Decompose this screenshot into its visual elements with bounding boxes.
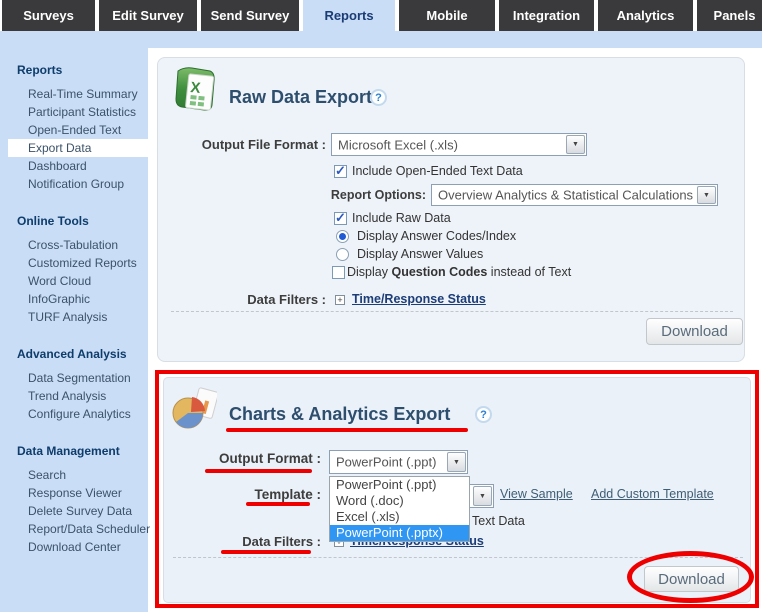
divider bbox=[173, 557, 743, 558]
svg-text:X: X bbox=[190, 79, 202, 97]
chevron-down-icon[interactable]: ▼ bbox=[697, 186, 716, 204]
data-filters-label: Data Filters : bbox=[158, 292, 326, 307]
section-title: Raw Data Export bbox=[229, 87, 372, 108]
time-response-status-link[interactable]: Time/Response Status bbox=[352, 292, 486, 306]
sidebar-item-download-center[interactable]: Download Center bbox=[8, 538, 154, 556]
display-answer-values-label: Display Answer Values bbox=[357, 247, 483, 261]
data-filters-label: Data Filters : bbox=[171, 534, 321, 549]
sidebar-item-configure-analytics[interactable]: Configure Analytics bbox=[8, 405, 154, 423]
pie-chart-icon bbox=[171, 387, 217, 431]
sidebar-nav: ReportsReal-Time SummaryParticipant Stat… bbox=[0, 62, 148, 556]
output-format-select[interactable]: PowerPoint (.ppt) ▼ bbox=[329, 450, 468, 474]
sidebar-item-response-viewer[interactable]: Response Viewer bbox=[8, 484, 154, 502]
output-file-format-select[interactable]: Microsoft Excel (.xls) ▼ bbox=[331, 133, 587, 156]
help-icon[interactable]: ? bbox=[370, 89, 387, 106]
sidebar-item-customized-reports[interactable]: Customized Reports bbox=[8, 254, 154, 272]
sidebar-item-delete-survey-data[interactable]: Delete Survey Data bbox=[8, 502, 154, 520]
include-raw-data-checkbox[interactable] bbox=[334, 212, 347, 225]
sidebar-section-data-management: Data Management bbox=[17, 443, 148, 459]
sidebar: ReportsReal-Time SummaryParticipant Stat… bbox=[0, 31, 148, 612]
sidebar-section-online-tools: Online Tools bbox=[17, 213, 148, 229]
sidebar-item-real-time-summary[interactable]: Real-Time Summary bbox=[8, 85, 154, 103]
sidebar-item-infographic[interactable]: InfoGraphic bbox=[8, 290, 154, 308]
display-answer-codes-label: Display Answer Codes/Index bbox=[357, 229, 516, 243]
nav-tab-analytics[interactable]: Analytics bbox=[598, 0, 693, 31]
output-format-label: Output Format : bbox=[171, 451, 321, 466]
nav-tab-reports[interactable]: Reports bbox=[303, 0, 395, 31]
download-button[interactable]: Download bbox=[644, 566, 739, 592]
dropdown-option-excel-xls[interactable]: Excel (.xls) bbox=[330, 509, 469, 525]
sidebar-item-export-data[interactable]: Export Data bbox=[8, 139, 154, 157]
sidebar-item-open-ended-text[interactable]: Open-Ended Text bbox=[8, 121, 154, 139]
sidebar-section-reports: Reports bbox=[17, 62, 148, 78]
dropdown-option-powerpoint-pptx[interactable]: PowerPoint (.pptx) bbox=[330, 525, 469, 541]
add-custom-template-link[interactable]: Add Custom Template bbox=[591, 487, 714, 501]
nav-tab-integration[interactable]: Integration bbox=[499, 0, 594, 31]
display-answer-codes-radio[interactable] bbox=[336, 230, 349, 243]
divider bbox=[171, 311, 733, 312]
section-title: Charts & Analytics Export bbox=[229, 404, 450, 425]
sidebar-item-cross-tabulation[interactable]: Cross-Tabulation bbox=[8, 236, 154, 254]
nav-tab-surveys[interactable]: Surveys bbox=[2, 0, 95, 31]
dropdown-option-powerpoint-ppt[interactable]: PowerPoint (.ppt) bbox=[330, 477, 469, 493]
sidebar-item-search[interactable]: Search bbox=[8, 466, 154, 484]
report-options-value: Overview Analytics & Statistical Calcula… bbox=[438, 188, 693, 203]
nav-tab-edit-survey[interactable]: Edit Survey bbox=[99, 0, 197, 31]
output-format-dropdown-list: PowerPoint (.ppt)Word (.doc)Excel (.xls)… bbox=[329, 476, 470, 542]
expand-plus-icon[interactable]: + bbox=[335, 295, 345, 305]
chevron-down-icon[interactable]: ▼ bbox=[447, 452, 466, 472]
nav-tab-panels[interactable]: Panels bbox=[697, 0, 762, 31]
raw-data-export-panel: X Raw Data Export ? Output File Format :… bbox=[157, 57, 745, 362]
nav-tab-send-survey[interactable]: Send Survey bbox=[201, 0, 299, 31]
sidebar-item-dashboard[interactable]: Dashboard bbox=[8, 157, 154, 175]
template-label: Template : bbox=[171, 487, 321, 502]
output-format-value: PowerPoint (.ppt) bbox=[336, 455, 436, 470]
include-open-ended-checkbox[interactable] bbox=[334, 165, 347, 178]
sidebar-item-turf-analysis[interactable]: TURF Analysis bbox=[8, 308, 154, 326]
sidebar-section-advanced-analysis: Advanced Analysis bbox=[17, 346, 148, 362]
view-sample-link[interactable]: View Sample bbox=[500, 487, 573, 501]
help-icon[interactable]: ? bbox=[475, 406, 492, 423]
chevron-down-icon[interactable]: ▼ bbox=[473, 486, 492, 506]
download-button[interactable]: Download bbox=[646, 318, 743, 345]
report-options-label: Report Options: bbox=[283, 188, 426, 202]
nav-tab-mobile[interactable]: Mobile bbox=[399, 0, 495, 31]
include-open-ended-label: Include Open-Ended Text Data bbox=[352, 164, 523, 178]
export-data-page: SurveysEdit SurveySend SurveyReportsMobi… bbox=[0, 0, 762, 612]
sidebar-item-participant-statistics[interactable]: Participant Statistics bbox=[8, 103, 154, 121]
charts-analytics-export-panel: Charts & Analytics Export ? Output Forma… bbox=[163, 377, 751, 603]
question-codes-checkbox[interactable] bbox=[332, 266, 345, 279]
partial-text-data-label: Text Data bbox=[472, 514, 525, 528]
output-file-format-value: Microsoft Excel (.xls) bbox=[338, 137, 458, 152]
question-codes-label: Display Question Codes instead of Text bbox=[347, 265, 571, 279]
include-raw-data-label: Include Raw Data bbox=[352, 211, 451, 225]
dropdown-option-word-doc[interactable]: Word (.doc) bbox=[330, 493, 469, 509]
sidebar-item-word-cloud[interactable]: Word Cloud bbox=[8, 272, 154, 290]
display-answer-values-radio[interactable] bbox=[336, 248, 349, 261]
sidebar-item-trend-analysis[interactable]: Trend Analysis bbox=[8, 387, 154, 405]
sidebar-item-data-segmentation[interactable]: Data Segmentation bbox=[8, 369, 154, 387]
excel-icon: X bbox=[170, 65, 220, 115]
sidebar-item-notification-group[interactable]: Notification Group bbox=[8, 175, 154, 193]
report-options-select[interactable]: Overview Analytics & Statistical Calcula… bbox=[431, 184, 718, 206]
chevron-down-icon[interactable]: ▼ bbox=[566, 135, 585, 154]
output-file-format-label: Output File Format : bbox=[158, 137, 326, 152]
top-nav: SurveysEdit SurveySend SurveyReportsMobi… bbox=[0, 0, 762, 31]
sidebar-item-report-data-scheduler[interactable]: Report/Data Scheduler bbox=[8, 520, 154, 538]
